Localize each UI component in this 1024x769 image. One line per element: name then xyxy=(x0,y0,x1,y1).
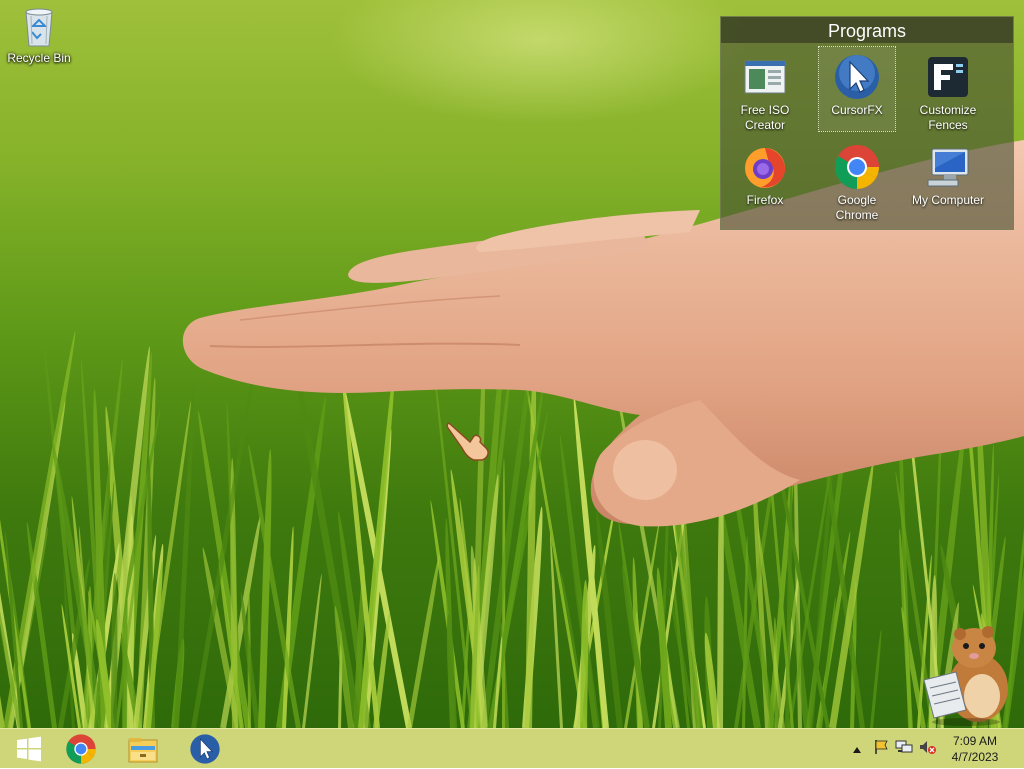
fence-item-google-chrome[interactable]: Google Chrome xyxy=(819,143,895,223)
clock-date: 4/7/2023 xyxy=(951,750,999,764)
fence-item-firefox[interactable]: Firefox xyxy=(727,143,803,208)
desktop-wallpaper: Recycle Bin Programs Free ISO Creator Cu… xyxy=(0,0,1024,728)
fence-item-label: My Computer xyxy=(911,193,985,207)
chrome-icon xyxy=(66,734,96,764)
recycle-bin-label: Recycle Bin xyxy=(7,51,71,65)
fence-item-label: Google Chrome xyxy=(835,193,879,222)
hamster-desktop-widget[interactable] xyxy=(916,618,1016,726)
fence-item-free-iso-creator[interactable]: Free ISO Creator xyxy=(727,53,803,133)
customize-fences-icon xyxy=(928,57,968,97)
taskbar-file-explorer-button[interactable] xyxy=(114,729,172,769)
fence-title[interactable]: Programs xyxy=(721,17,1013,43)
fence-item-cursorfx[interactable]: CursorFX xyxy=(818,46,896,132)
free-iso-creator-icon xyxy=(744,60,786,94)
fence-icon-grid: Free ISO Creator CursorFX Customize Fenc… xyxy=(721,43,1013,229)
clock-time: 7:09 AM xyxy=(952,734,998,748)
system-clock[interactable]: 7:09 AM 4/7/2023 xyxy=(946,733,1004,765)
fence-item-my-computer[interactable]: My Computer xyxy=(910,143,986,208)
volume-muted-icon[interactable] xyxy=(919,739,937,760)
taskbar-chrome-button[interactable] xyxy=(52,729,110,769)
firefox-icon xyxy=(745,148,786,188)
chrome-icon xyxy=(835,145,879,189)
fence-item-label: Firefox xyxy=(746,193,784,207)
recycle-bin-icon xyxy=(25,8,53,47)
taskbar: 7:09 AM 4/7/2023 xyxy=(0,728,1024,768)
fence-item-label: Customize Fences xyxy=(919,103,977,132)
hand-pointer-cursor-icon xyxy=(446,422,489,461)
notification-area xyxy=(850,729,937,769)
chevron-up-icon[interactable] xyxy=(850,741,864,757)
network-icon[interactable] xyxy=(895,739,913,760)
fence-item-label: Free ISO Creator xyxy=(740,103,790,132)
cursorfx-icon xyxy=(835,55,879,99)
start-button[interactable] xyxy=(0,729,58,769)
fence-item-label: CursorFX xyxy=(831,103,883,117)
taskbar-cursorfx-button[interactable] xyxy=(176,729,234,769)
my-computer-icon xyxy=(927,148,969,187)
fence-item-customize-fences[interactable]: Customize Fences xyxy=(910,53,986,133)
desktop-icon-recycle-bin[interactable]: Recycle Bin xyxy=(4,6,74,76)
file-explorer-icon xyxy=(128,738,158,763)
programs-fence[interactable]: Programs Free ISO Creator CursorFX Custo… xyxy=(720,16,1014,230)
action-center-flag-icon[interactable] xyxy=(873,739,889,760)
cursorfx-icon xyxy=(190,734,220,764)
windows-start-icon xyxy=(17,736,41,762)
